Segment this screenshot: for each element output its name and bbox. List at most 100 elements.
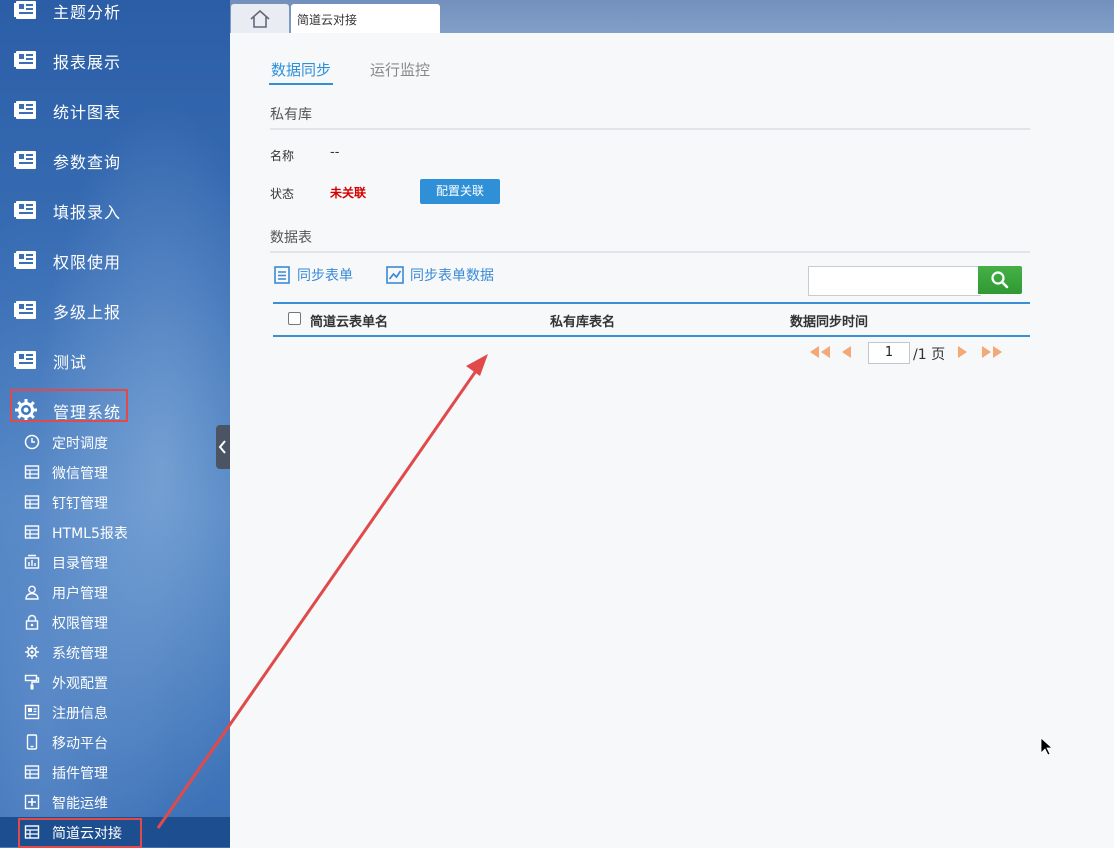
grid-icon [24,525,40,539]
sidebar-subitem-label: 智能运维 [52,796,108,812]
sidebar-subitem-registration-info[interactable]: 注册信息 [0,697,230,727]
report-icon [14,1,36,19]
sidebar-item-test[interactable]: 测试 [0,336,230,386]
column-header-jiandaoyun-form: 简道云表单名 [310,315,389,330]
section-title-data-tables: 数据表 [270,230,312,246]
grid-icon [24,465,40,479]
table-header: 简道云表单名 私有库表名 数据同步时间 [273,302,1030,337]
sidebar-item-label: 多级上报 [53,303,122,322]
sidebar-subitem-label: 用户管理 [52,586,108,602]
sidebar-subitem-dingtalk-management[interactable]: 钉钉管理 [0,487,230,517]
sidebar-item-label: 参数查询 [53,153,122,172]
column-header-sync-time: 数据同步时间 [790,315,869,330]
sidebar-subitem-smart-ops[interactable]: 智能运维 [0,787,230,817]
sidebar-subitem-label: 钉钉管理 [52,496,108,512]
report-icon [14,351,36,369]
sidebar-subitem-label: 插件管理 [52,766,108,782]
status-value: 未关联 [330,186,367,200]
report-icon [14,51,36,69]
sidebar-item-label: 报表展示 [53,53,122,72]
lock-icon [25,614,39,630]
sidebar-subitem-label: HTML5报表 [52,526,128,542]
sidebar-item-parameter-query[interactable]: 参数查询 [0,136,230,186]
page-number-input[interactable]: 1 [868,342,910,364]
report-icon [14,251,36,269]
column-header-private-table: 私有库表名 [550,315,616,330]
sidebar-subitem-label: 外观配置 [52,676,108,692]
mobile-icon [26,734,38,750]
sidebar-subitem-html5-report[interactable]: HTML5报表 [0,517,230,547]
sidebar-subitem-wechat-management[interactable]: 微信管理 [0,457,230,487]
sidebar-subitem-label: 注册信息 [52,706,108,722]
paint-roller-icon [24,674,40,690]
sidebar-subitem-system-management[interactable]: 系统管理 [0,637,230,667]
main-panel: 数据同步 运行监控 私有库 名称 -- 状态 未关联 配置关联 数据表 同步表单… [230,33,1114,848]
sidebar-subitem-label: 系统管理 [52,646,108,662]
report-icon [14,201,36,219]
divider [270,128,1030,130]
sidebar-subitem-label: 移动平台 [52,736,108,752]
sync-form-data-label: 同步表单数据 [410,268,494,284]
report-icon [14,101,36,119]
sidebar-subitem-user-management[interactable]: 用户管理 [0,577,230,607]
tab-jiandaoyun[interactable]: 简道云对接 [291,4,440,33]
page-total: /1 页 [913,347,946,363]
grid-icon [24,765,40,779]
sidebar-item-topic-analysis[interactable]: 主题分析 [0,0,230,36]
section-title-private-db: 私有库 [270,107,312,123]
gear-small-icon [25,645,39,659]
sidebar-subitem-directory-management[interactable]: 目录管理 [0,547,230,577]
last-page-icon[interactable] [980,344,1004,360]
sidebar-item-label: 测试 [53,353,88,372]
sidebar-item-label: 权限使用 [53,253,122,272]
folder-chart-icon [24,554,40,569]
sync-form-label: 同步表单 [297,268,353,284]
sidebar-item-multilevel-report[interactable]: 多级上报 [0,286,230,336]
sidebar-subitem-label: 定时调度 [52,436,108,452]
sidebar-subitem-label: 权限管理 [52,616,108,632]
highlight-box-jiandaoyun [18,818,142,848]
config-association-button[interactable]: 配置关联 [420,179,500,204]
sidebar-collapse-toggle[interactable] [216,425,230,469]
sidebar-subitem-label: 目录管理 [52,556,108,572]
divider [270,251,1030,253]
document-icon [24,704,40,720]
name-value: -- [330,145,340,160]
sidebar-item-label: 填报录入 [53,203,122,222]
subtab-data-sync[interactable]: 数据同步 [271,59,331,80]
tab-label: 简道云对接 [297,13,358,27]
sidebar-subitem-permission-management[interactable]: 权限管理 [0,607,230,637]
sidebar-subitem-label: 微信管理 [52,466,108,482]
highlight-box-management-system [10,389,128,422]
sidebar-subitem-appearance-config[interactable]: 外观配置 [0,667,230,697]
line-chart-icon [386,266,404,284]
clock-icon [24,434,40,450]
sidebar-item-statistics-chart[interactable]: 统计图表 [0,86,230,136]
report-icon [14,151,36,169]
list-icon [274,266,290,284]
sidebar-subitem-scheduled-task[interactable]: 定时调度 [0,427,230,457]
grid-icon [24,495,40,509]
sidebar-subitem-plugin-management[interactable]: 插件管理 [0,757,230,787]
sidebar-item-permission-usage[interactable]: 权限使用 [0,236,230,286]
subtab-run-monitor[interactable]: 运行监控 [370,59,430,80]
home-icon [250,9,270,28]
sidebar-item-data-entry[interactable]: 填报录入 [0,186,230,236]
sidebar-subitem-mobile-platform[interactable]: 移动平台 [0,727,230,757]
pagination: 1 /1 页 [808,340,1038,364]
search-button[interactable] [978,266,1022,294]
next-page-icon[interactable] [955,344,969,360]
select-all-checkbox[interactable] [288,312,301,325]
prev-page-icon[interactable] [840,344,854,360]
name-label: 名称 [270,149,295,163]
first-page-icon[interactable] [808,344,832,360]
report-icon [14,301,36,319]
plus-box-icon [24,794,40,810]
sidebar-item-label: 统计图表 [53,103,122,122]
sidebar-item-report-display[interactable]: 报表展示 [0,36,230,86]
tab-home[interactable] [231,4,289,33]
search-input[interactable] [808,266,981,296]
sidebar: 主题分析 报表展示 统计图表 参数查询 填报录入 权限使用 多级上报 测试 管理… [0,0,230,848]
search-icon [991,271,1009,289]
status-label: 状态 [270,187,295,201]
